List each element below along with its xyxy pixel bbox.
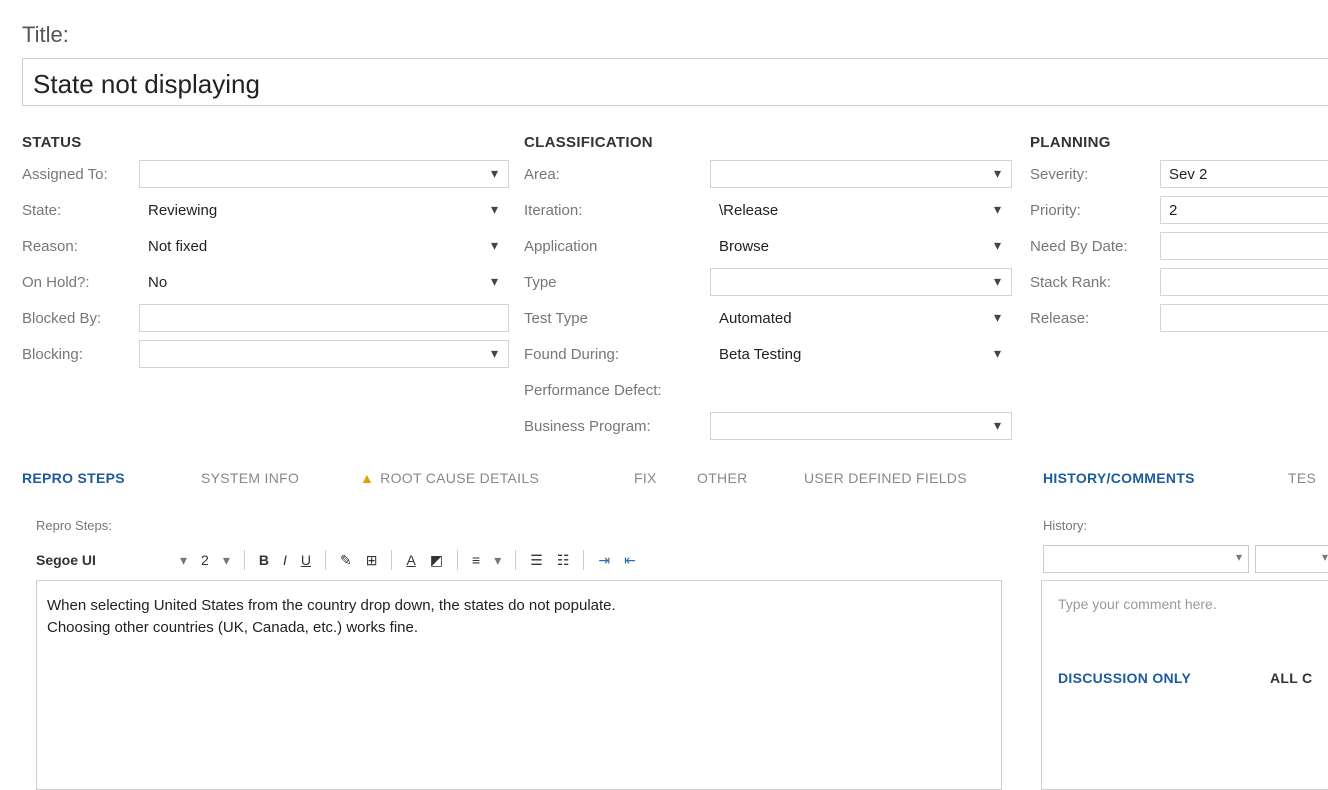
repro-text-line-1: When selecting United States from the co… — [47, 597, 616, 614]
blocking-label: Blocking: — [22, 346, 83, 363]
bullet-list-icon[interactable]: ☰ — [530, 552, 543, 569]
history-label: History: — [1043, 518, 1088, 533]
blocked-by-field[interactable] — [139, 304, 509, 332]
toolbar-separator — [325, 550, 326, 570]
align-icon[interactable]: ≡ — [472, 552, 480, 568]
title-label: Title: — [22, 22, 69, 47]
numbered-list-icon[interactable]: ☷ — [557, 552, 570, 569]
font-family-select[interactable]: Segoe UI — [36, 552, 166, 568]
highlight-icon[interactable]: ✎ — [340, 552, 352, 569]
outdent-icon[interactable]: ⇤ — [624, 552, 636, 569]
tab-discussion-only[interactable]: DISCUSSION ONLY — [1058, 670, 1191, 686]
iteration-label: Iteration: — [524, 202, 583, 219]
bold-icon[interactable]: B — [259, 552, 269, 568]
title-input[interactable]: State not displaying — [22, 58, 1328, 106]
on-hold-label: On Hold?: — [22, 274, 90, 291]
format-painter-icon[interactable]: ◩ — [430, 552, 443, 569]
size-dropdown-icon[interactable]: ▾ — [223, 552, 230, 569]
type-field[interactable] — [710, 268, 1012, 296]
test-type-label: Test Type — [524, 310, 588, 327]
found-during-label: Found During: — [524, 346, 620, 363]
repro-steps-label: Repro Steps: — [36, 518, 112, 533]
status-heading: STATUS — [22, 134, 82, 151]
toolbar-separator — [391, 550, 393, 570]
font-size-select[interactable]: 2 — [201, 552, 209, 568]
tab-test[interactable]: TES — [1288, 470, 1316, 486]
toolbar-separator — [457, 550, 459, 570]
tab-fix[interactable]: FIX — [634, 470, 657, 486]
underline-icon[interactable]: U — [301, 552, 311, 568]
severity-label: Severity: — [1030, 166, 1089, 183]
reason-label: Reason: — [22, 238, 78, 255]
table-icon[interactable]: ⊞ — [366, 552, 378, 569]
application-label: Application — [524, 238, 598, 255]
performance-defect-label: Performance Defect: — [524, 382, 662, 399]
need-by-date-field[interactable] — [1160, 232, 1328, 260]
classification-heading: CLASSIFICATION — [524, 134, 653, 151]
release-label: Release: — [1030, 310, 1090, 327]
release-field[interactable] — [1160, 304, 1328, 332]
italic-icon[interactable]: I — [283, 552, 287, 568]
history-sort-dropdown[interactable] — [1255, 545, 1328, 573]
repro-text-line-2: Choosing other countries (UK, Canada, et… — [47, 619, 419, 636]
assigned-to-field[interactable] — [139, 160, 509, 188]
toolbar-separator — [243, 550, 245, 570]
found-during-field[interactable]: Beta Testing — [710, 340, 1012, 368]
test-type-field[interactable]: Automated — [710, 304, 1012, 332]
tab-history-comments[interactable]: HISTORY/COMMENTS — [1043, 470, 1195, 486]
state-field[interactable]: Reviewing — [139, 196, 509, 224]
application-field[interactable]: Browse — [710, 232, 1012, 260]
warning-icon: ▲ — [360, 470, 375, 486]
blocking-field[interactable] — [139, 340, 509, 368]
font-dropdown-icon[interactable]: ▾ — [180, 552, 187, 569]
stack-rank-field[interactable] — [1160, 268, 1328, 296]
align-dropdown-icon[interactable]: ▾ — [494, 552, 501, 569]
indent-icon[interactable]: ⇥ — [598, 552, 610, 569]
priority-label: Priority: — [1030, 202, 1081, 219]
tab-all-changes[interactable]: ALL C — [1270, 670, 1312, 686]
tab-other[interactable]: OTHER — [697, 470, 748, 486]
repro-steps-editor[interactable]: When selecting United States from the co… — [36, 580, 1002, 790]
reason-field[interactable]: Not fixed — [139, 232, 509, 260]
history-filter-dropdown[interactable] — [1043, 545, 1249, 573]
stack-rank-label: Stack Rank: — [1030, 274, 1111, 291]
performance-defect-field[interactable] — [710, 376, 1012, 404]
business-program-field[interactable] — [710, 412, 1012, 440]
toolbar-separator — [515, 550, 517, 570]
assigned-to-label: Assigned To: — [22, 166, 108, 183]
font-color-icon[interactable]: A — [406, 552, 415, 568]
business-program-label: Business Program: — [524, 418, 651, 435]
tab-repro-steps[interactable]: REPRO STEPS — [22, 470, 125, 486]
type-label: Type — [524, 274, 557, 291]
priority-field[interactable]: 2 — [1160, 196, 1328, 224]
tab-system-info[interactable]: SYSTEM INFO — [201, 470, 299, 486]
comment-input[interactable]: Type your comment here. — [1058, 596, 1217, 612]
planning-heading: PLANNING — [1030, 134, 1111, 151]
state-label: State: — [22, 202, 62, 219]
tab-user-defined-fields[interactable]: USER DEFINED FIELDS — [804, 470, 967, 486]
iteration-field[interactable]: \Release — [710, 196, 1012, 224]
toolbar-separator — [583, 550, 585, 570]
tab-root-cause-details-label: ROOT CAUSE DETAILS — [380, 470, 540, 486]
area-field[interactable] — [710, 160, 1012, 188]
area-label: Area: — [524, 166, 560, 183]
need-by-date-label: Need By Date: — [1030, 238, 1128, 255]
on-hold-field[interactable]: No — [139, 268, 509, 296]
severity-field[interactable]: Sev 2 — [1160, 160, 1328, 188]
blocked-by-label: Blocked By: — [22, 310, 102, 327]
formatting-toolbar: Segoe UI ▾ 2 ▾ B I U ✎ ⊞ A ◩ ≡ ▾ ☰ ☷ ⇥ ⇤ — [36, 547, 650, 573]
tab-root-cause-details[interactable]: ▲ ROOT CAUSE DETAILS — [360, 470, 539, 486]
